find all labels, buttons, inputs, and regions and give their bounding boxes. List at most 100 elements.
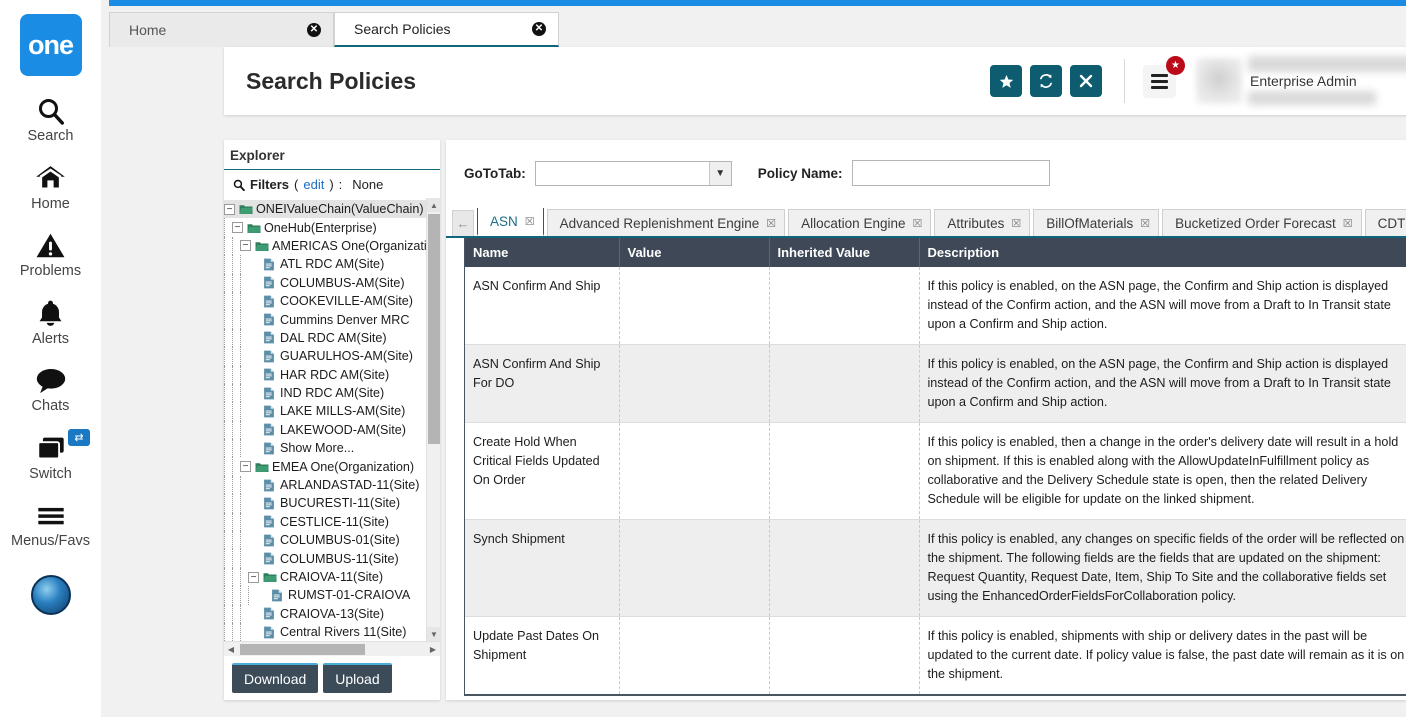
hscroll-thumb[interactable] <box>240 644 365 655</box>
tree-node-label: DAL RDC AM(Site) <box>280 331 387 345</box>
rail-item-search[interactable]: Search <box>0 93 101 144</box>
one-logo[interactable]: one <box>20 14 82 76</box>
scroll-up-arrow-icon[interactable]: ▲ <box>427 198 440 212</box>
tree-node[interactable]: HAR RDC AM(Site) <box>224 366 426 384</box>
tree-toggle-collapse-icon[interactable]: − <box>240 240 251 251</box>
tree-node[interactable]: Cummins Denver MRC <box>224 310 426 328</box>
tree-node[interactable]: Central Rivers 11(Site) <box>224 623 426 641</box>
filters-edit-link[interactable]: edit <box>303 177 324 192</box>
close-icon[interactable]: ☒ <box>1140 217 1150 230</box>
policy-tab-bucketized-order-forecast[interactable]: Bucketized Order Forecast☒ <box>1162 209 1361 236</box>
rail-item-problems[interactable]: Problems <box>0 228 101 279</box>
chevron-down-icon[interactable]: ▼ <box>709 162 731 185</box>
tree-indent-guide <box>224 329 225 347</box>
tree-node-label: Cummins Denver MRC <box>280 313 409 327</box>
close-icon[interactable]: ☒ <box>1011 217 1021 230</box>
close-icon[interactable]: ☒ <box>912 217 922 230</box>
table-row[interactable]: Create Hold When Critical Fields Updated… <box>465 423 1406 520</box>
scroll-right-arrow-icon[interactable]: ▶ <box>426 645 440 654</box>
tree-indent-guide <box>232 292 233 310</box>
table-row[interactable]: Update Past Dates On ShipmentIf this pol… <box>465 617 1406 695</box>
tree-node[interactable]: Show More... <box>224 439 426 457</box>
policy-tabs-prev-arrow-icon[interactable]: ← <box>452 210 474 236</box>
table-row[interactable]: ASN Confirm And Ship For DOIf this polic… <box>465 345 1406 423</box>
policy-tab-asn[interactable]: ASN☒ <box>477 208 544 236</box>
tree-node[interactable]: LAKE MILLS-AM(Site) <box>224 402 426 420</box>
tree-toggle-collapse-icon[interactable]: − <box>240 461 251 472</box>
rail-item-menus-favs[interactable]: Menus/Favs <box>0 498 101 549</box>
gototab-select[interactable]: ▼ <box>535 161 732 186</box>
tree-node[interactable]: COLUMBUS-11(Site) <box>224 549 426 567</box>
upload-button[interactable]: Upload <box>323 663 391 693</box>
explorer-tree[interactable]: −ONEIValueChain(ValueChain)−OneHub(Enter… <box>224 198 426 641</box>
tree-indent-guide <box>224 549 225 567</box>
cell-inherited-value <box>769 520 919 617</box>
table-column-header[interactable]: Description <box>919 238 1406 267</box>
tree-horizontal-scrollbar[interactable]: ◀ ▶ <box>224 641 440 656</box>
close-icon[interactable]: ✕ <box>532 22 546 36</box>
policy-tab-label: Allocation Engine <box>801 216 905 231</box>
tree-indent-guide <box>224 586 225 604</box>
close-icon[interactable]: ☒ <box>525 215 535 228</box>
policy-name-input[interactable] <box>852 160 1050 186</box>
user-account-area[interactable]: Enterprise Admin <box>1196 56 1406 106</box>
tree-node[interactable]: BUCURESTI-11(Site) <box>224 494 426 512</box>
workspace-tab-home[interactable]: Home ✕ <box>109 12 334 47</box>
table-column-header[interactable]: Name <box>465 238 619 267</box>
policy-category-tabs[interactable]: ←ASN☒Advanced Replenishment Engine☒Alloc… <box>446 208 1406 238</box>
tree-toggle-collapse-icon[interactable]: − <box>224 204 235 215</box>
table-row[interactable]: Synch ShipmentIf this policy is enabled,… <box>465 520 1406 617</box>
policy-tab-attributes[interactable]: Attributes☒ <box>934 209 1030 236</box>
filters-colon: : <box>339 177 343 192</box>
close-icon[interactable]: ✕ <box>307 23 321 37</box>
rail-item-switch[interactable]: ⇄ Switch <box>0 431 101 482</box>
context-menu-button[interactable]: ★ <box>1143 65 1176 98</box>
tree-node[interactable]: DAL RDC AM(Site) <box>224 329 426 347</box>
folder-icon <box>239 203 253 215</box>
close-icon[interactable]: ☒ <box>766 217 776 230</box>
tree-toggle-collapse-icon[interactable]: − <box>232 222 243 233</box>
rail-item-home[interactable]: Home <box>0 161 101 212</box>
tree-node[interactable]: GUARULHOS-AM(Site) <box>224 347 426 365</box>
tree-node[interactable]: −OneHub(Enterprise) <box>224 218 426 236</box>
scrollbar-thumb[interactable] <box>428 214 440 444</box>
tree-node[interactable]: RUMST-01-CRAIOVA <box>224 586 426 604</box>
rail-item-chats[interactable]: Chats <box>0 363 101 414</box>
tree-node[interactable]: −ONEIValueChain(ValueChain) <box>224 200 426 218</box>
table-column-header[interactable]: Value <box>619 238 769 267</box>
scroll-down-arrow-icon[interactable]: ▼ <box>427 627 440 641</box>
policy-tab-cdtenginepolicies[interactable]: CDTEnginePolicies☒ <box>1365 209 1406 236</box>
tree-node[interactable]: COLUMBUS-AM(Site) <box>224 274 426 292</box>
tree-node[interactable]: ARLANDASTAD-11(Site) <box>224 476 426 494</box>
table-row[interactable]: ASN Confirm And ShipIf this policy is en… <box>465 267 1406 345</box>
tree-toggle-collapse-icon[interactable]: − <box>248 572 259 583</box>
close-button[interactable] <box>1070 65 1102 97</box>
tree-node[interactable]: −AMERICAS One(Organizatic <box>224 237 426 255</box>
policy-tab-advanced-replenishment-engine[interactable]: Advanced Replenishment Engine☒ <box>547 209 786 236</box>
policy-tab-allocation-engine[interactable]: Allocation Engine ☒ <box>788 209 931 236</box>
tree-node[interactable]: CESTLICE-11(Site) <box>224 513 426 531</box>
refresh-button[interactable] <box>1030 65 1062 97</box>
tree-node-label: IND RDC AM(Site) <box>280 386 384 400</box>
switch-toggle-badge-icon[interactable]: ⇄ <box>68 429 90 446</box>
tree-node[interactable]: −EMEA One(Organization) <box>224 457 426 475</box>
policy-tab-billofmaterials[interactable]: BillOfMaterials☒ <box>1033 209 1159 236</box>
tree-node[interactable]: LAKEWOOD-AM(Site) <box>224 421 426 439</box>
tree-node[interactable]: IND RDC AM(Site) <box>224 384 426 402</box>
hscroll-track[interactable] <box>238 643 426 656</box>
close-icon[interactable]: ☒ <box>1343 217 1353 230</box>
favorite-button[interactable] <box>990 65 1022 97</box>
download-button[interactable]: Download <box>232 663 318 693</box>
tree-indent-guide <box>224 476 225 494</box>
table-column-header[interactable]: Inherited Value <box>769 238 919 267</box>
tree-node[interactable]: ATL RDC AM(Site) <box>224 255 426 273</box>
tree-node[interactable]: CRAIOVA-13(Site) <box>224 605 426 623</box>
rail-item-alerts[interactable]: Alerts <box>0 296 101 347</box>
rail-user-avatar[interactable] <box>31 575 71 615</box>
tree-node[interactable]: −CRAIOVA-11(Site) <box>224 568 426 586</box>
tree-node[interactable]: COLUMBUS-01(Site) <box>224 531 426 549</box>
scroll-left-arrow-icon[interactable]: ◀ <box>224 645 238 654</box>
tree-vertical-scrollbar[interactable]: ▲ ▼ <box>426 198 440 641</box>
tree-node[interactable]: COOKEVILLE-AM(Site) <box>224 292 426 310</box>
workspace-tab-search-policies[interactable]: Search Policies ✕ <box>334 12 559 47</box>
